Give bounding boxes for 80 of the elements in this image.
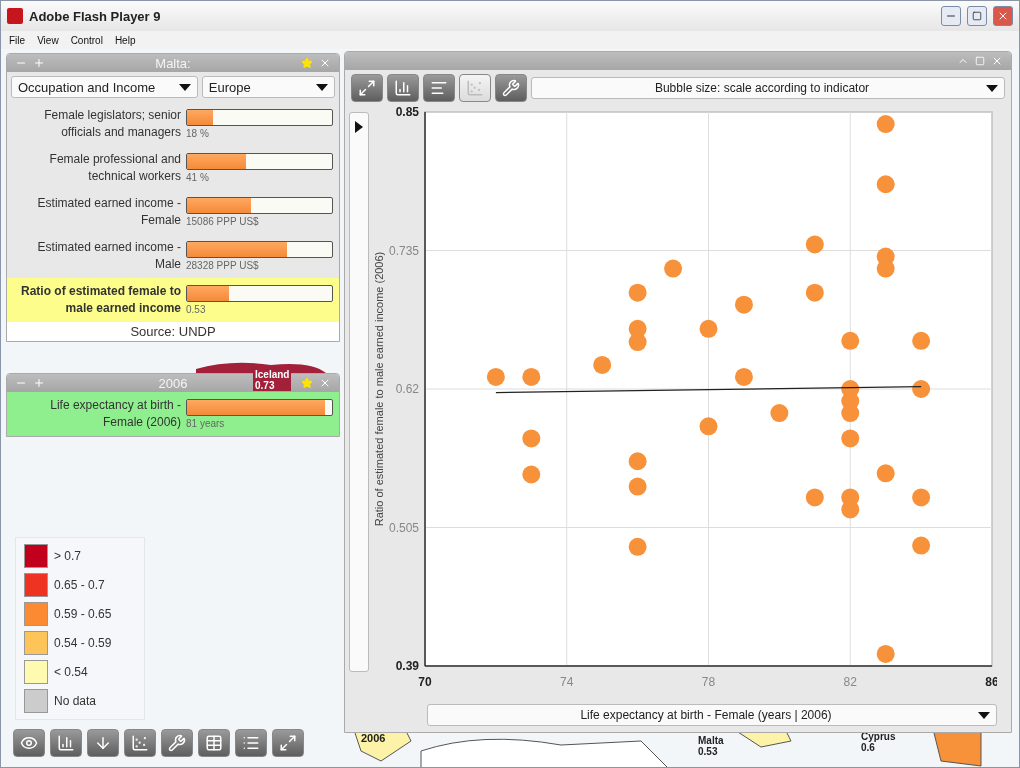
close-icon bbox=[997, 10, 1009, 22]
menu-item[interactable]: Help bbox=[114, 34, 136, 46]
x-tick-label: 82 bbox=[843, 675, 857, 689]
menu-item[interactable]: File bbox=[9, 34, 26, 46]
window-title: Adobe Flash Player 9 bbox=[29, 8, 162, 24]
scatter-icon[interactable] bbox=[124, 729, 156, 757]
close-button[interactable] bbox=[993, 6, 1013, 26]
source-label: Source: UNDP bbox=[7, 322, 339, 341]
legend-label: 0.54 - 0.59 bbox=[54, 636, 112, 650]
legend-label: > 0.7 bbox=[54, 549, 82, 563]
y-tick-label: 0.735 bbox=[388, 243, 419, 258]
panel-title: Malta: bbox=[155, 55, 191, 71]
wrench-icon[interactable] bbox=[495, 74, 527, 102]
legend-label: < 0.54 bbox=[54, 665, 88, 679]
indicator-value: 81 years bbox=[186, 418, 226, 429]
wrench-icon[interactable] bbox=[161, 729, 193, 757]
plus-icon[interactable] bbox=[33, 57, 45, 69]
close-icon[interactable] bbox=[319, 57, 331, 69]
y-tick-label: 0.505 bbox=[388, 520, 419, 535]
map-country-label: Iceland 0.73 bbox=[253, 369, 292, 391]
x-axis-dropdown[interactable]: Life expectancy at birth - Female (years | 2006) bbox=[427, 704, 997, 726]
indicator-row[interactable]: Female professional and technical workers 41 % bbox=[7, 146, 339, 190]
legend-label: No data bbox=[54, 694, 97, 708]
indicator-label: Female professional and technical workers bbox=[48, 151, 181, 185]
maximize-button[interactable] bbox=[967, 6, 987, 26]
list-icon[interactable] bbox=[235, 729, 267, 757]
indicator-row[interactable]: Estimated earned income - Male 28328 PPP US$ bbox=[7, 234, 339, 278]
data-point[interactable] bbox=[912, 380, 931, 398]
indicator-value: 0.53 bbox=[186, 304, 207, 315]
close-icon[interactable] bbox=[319, 377, 331, 389]
bars-icon[interactable] bbox=[50, 729, 82, 757]
category-dropdown[interactable]: Occupation and Income bbox=[11, 76, 198, 98]
expand-icon[interactable] bbox=[351, 74, 383, 102]
indicator-value: 18 % bbox=[186, 128, 210, 139]
app-logo-icon bbox=[7, 8, 23, 24]
highlighted-indicator-row[interactable]: Life expectancy at birth - Female (2006) 81 years bbox=[7, 392, 339, 436]
indicator-row[interactable]: Female legislators; senior officials and managers 18 % bbox=[7, 102, 339, 146]
map-country-label: Cyprus 0.6 bbox=[861, 731, 896, 753]
indicator-label: Life expectancy at birth - Female (2006) bbox=[49, 397, 181, 431]
highlighted-indicator-row[interactable]: Ratio of estimated female to male earned income 0.53 bbox=[7, 278, 339, 322]
category-dropdown[interactable]: Europe bbox=[201, 76, 335, 98]
x-tick-label: 70 bbox=[418, 675, 432, 689]
restore-icon[interactable] bbox=[975, 56, 985, 66]
legend-label: 0.59 - 0.65 bbox=[54, 607, 112, 621]
indicator-value: 41 % bbox=[186, 172, 210, 183]
expand-icon[interactable] bbox=[272, 729, 304, 757]
x-tick-label: 74 bbox=[560, 675, 574, 689]
maximize-icon bbox=[972, 11, 982, 21]
indicator-label: Ratio of estimated female to male earned income bbox=[19, 283, 181, 317]
map-country-label: Malta 0.53 bbox=[698, 735, 724, 757]
indicator-value: 28328 PPP US$ bbox=[186, 260, 260, 271]
legend-label: 0.65 - 0.7 bbox=[54, 578, 105, 592]
minimize-button[interactable] bbox=[941, 6, 961, 26]
y-tick-label: 0.85 bbox=[395, 106, 419, 119]
close-icon[interactable] bbox=[991, 55, 1003, 67]
bubble-size-dropdown[interactable]: Bubble size: scale according to indicator bbox=[531, 77, 1005, 99]
eye-icon[interactable] bbox=[13, 729, 45, 757]
indicator-label: Estimated earned income - Male bbox=[36, 239, 181, 273]
indicator-value: 15086 PPP US$ bbox=[186, 216, 260, 227]
bars-icon[interactable] bbox=[387, 74, 419, 102]
y-axis-label: Ratio of estimated female to male earned income (2006) bbox=[373, 251, 385, 527]
scatter-icon[interactable] bbox=[459, 74, 491, 102]
y-tick-label: 0.62 bbox=[395, 382, 419, 396]
indicator-row[interactable]: Estimated earned income - Female 15086 PPP US$ bbox=[7, 190, 339, 234]
download-icon[interactable] bbox=[87, 729, 119, 757]
expand-sidebar-button[interactable] bbox=[349, 112, 369, 672]
panel-title: 2006 bbox=[158, 375, 188, 391]
star-icon[interactable] bbox=[301, 377, 313, 389]
table-icon[interactable] bbox=[198, 729, 230, 757]
y-tick-label: 0.39 bbox=[395, 659, 419, 673]
timeline-year-label: 2006 bbox=[361, 732, 386, 744]
plus-icon[interactable] bbox=[33, 377, 45, 389]
x-tick-label: 78 bbox=[701, 675, 716, 689]
star-icon[interactable] bbox=[301, 57, 313, 69]
indicator-label: Female legislators; senior officials and managers bbox=[43, 107, 181, 141]
menu-item[interactable]: View bbox=[37, 34, 59, 46]
menu-item[interactable]: Control bbox=[70, 34, 103, 46]
hbars-icon[interactable] bbox=[423, 74, 455, 102]
play-icon bbox=[355, 121, 363, 133]
indicator-label: Estimated earned income - Female bbox=[36, 195, 181, 229]
